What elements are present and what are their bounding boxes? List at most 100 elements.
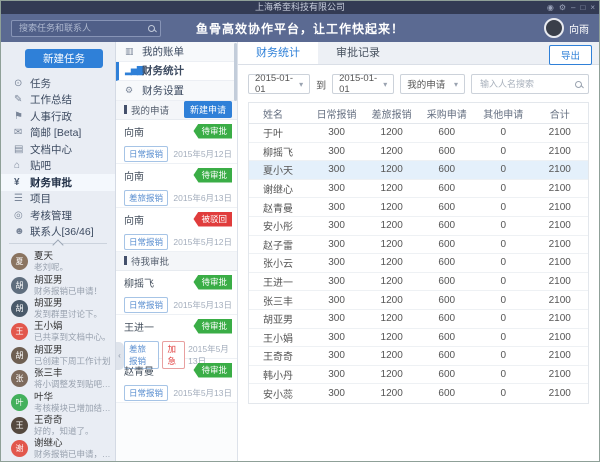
global-search[interactable]	[11, 20, 161, 37]
table-cell-name: 夏小天	[249, 162, 308, 177]
table-row[interactable]: 王小娟300120060002100	[249, 329, 588, 348]
expense-card-top: 向南待审批	[124, 168, 232, 183]
middle-scrollbar[interactable]	[234, 43, 237, 101]
panel-collapse-handle[interactable]: ‹	[116, 342, 124, 370]
table-row[interactable]: 胡亚男300120060002100	[249, 310, 588, 329]
sidebar-item-assess[interactable]: ◎考核管理	[1, 207, 115, 224]
table-cell-value: 300	[308, 295, 365, 306]
table-row[interactable]: 张三丰300120060002100	[249, 291, 588, 310]
help-icon[interactable]: ◉	[547, 1, 554, 14]
table-cell-value: 2100	[531, 388, 588, 399]
scope-select[interactable]: 我的申请 ▾	[400, 74, 465, 94]
sidebar-item-contacts[interactable]: ☻联系人[36/46]	[1, 224, 115, 241]
table-row[interactable]: 张小云300120060002100	[249, 254, 588, 273]
contact-item[interactable]: 张张三丰将小调整发到贴吧一下。	[1, 367, 115, 390]
contact-item[interactable]: 胡胡亚男财务报销已申请！	[1, 273, 115, 296]
search-icon	[575, 81, 582, 88]
sidebar-item-work-summary[interactable]: ✎工作总结	[1, 92, 115, 109]
table-cell-value: 600	[418, 388, 475, 399]
applicant-name: 向南	[124, 168, 144, 183]
tab-finance-stats[interactable]: 财务统计	[238, 42, 318, 64]
sidebar-item-label: 财务审批	[30, 175, 72, 190]
table-cell-value: 2100	[531, 183, 588, 194]
expense-card[interactable]: 向南待审批日常报销2015年5月12日	[116, 120, 237, 164]
table-cell-name: 王进一	[249, 274, 308, 289]
contact-item[interactable]: 王王小娟已共享到文档中心。	[1, 320, 115, 343]
name-search[interactable]	[471, 74, 589, 94]
table-row[interactable]: 安小彤300120060002100	[249, 217, 588, 236]
tab-approval-records[interactable]: 审批记录	[318, 42, 398, 64]
sidebar-item-project[interactable]: ☰项目	[1, 191, 115, 208]
contact-item[interactable]: 胡胡亚男发到群里讨论下。	[1, 297, 115, 320]
user-avatar[interactable]	[544, 18, 564, 38]
stats-table: 姓名日常报销差旅报销采购申请其他申请合计于叶300120060002100柳摇飞…	[248, 102, 589, 404]
sidebar-item-label: 联系人[36/46]	[30, 224, 94, 239]
table-row[interactable]: 夏小天300120060002100	[249, 161, 588, 180]
expense-card-bottom: 日常报销2015年5月13日	[124, 385, 232, 401]
table-cell-value: 0	[475, 220, 532, 231]
expense-card[interactable]: 柳摇飞待审批日常报销2015年5月13日	[116, 271, 237, 315]
panel-tab-my-bills[interactable]: ▥我的账单	[116, 42, 237, 62]
table-row[interactable]: 安小蕊300120060002100	[249, 384, 588, 403]
applicant-name: 柳摇飞	[124, 275, 154, 290]
table-cell-value: 300	[308, 164, 365, 175]
panel-tab-finance-settings[interactable]: ⚙财务设置	[116, 81, 237, 101]
table-row[interactable]: 柳摇飞300120060002100	[249, 143, 588, 162]
table-row[interactable]: 赵青曼300120060002100	[249, 198, 588, 217]
sidebar-item-task[interactable]: ⊙任务	[1, 75, 115, 92]
close-icon[interactable]: ×	[590, 1, 595, 14]
maximize-icon[interactable]: □	[580, 1, 585, 14]
new-application-button[interactable]: 新建申请	[184, 101, 232, 118]
expense-card[interactable]: 王进一待审批差旅报销加急2015年5月13日	[116, 315, 237, 359]
sidebar-item-label: 项目	[30, 191, 51, 206]
table-cell-value: 1200	[365, 350, 419, 361]
contact-item[interactable]: 王王奇奇好的，知道了。	[1, 414, 115, 437]
table-cell-name: 安小蕊	[249, 386, 308, 401]
section-header: 待我审批	[116, 252, 237, 271]
expense-card[interactable]: 向南待审批差旅报销2015年6月13日	[116, 164, 237, 208]
contact-list: 夏夏天老刘呢。胡胡亚男财务报销已申请！胡胡亚男发到群里讨论下。王王小娟已共享到文…	[1, 250, 115, 461]
new-task-button[interactable]: 新建任务	[25, 49, 103, 68]
global-search-input[interactable]	[17, 22, 148, 34]
contact-text: 胡亚男财务报销已申请！	[34, 275, 102, 296]
expense-type-tag: 日常报销	[124, 146, 168, 162]
contacts-collapse-divider[interactable]	[9, 243, 107, 248]
sidebar-item-tieba[interactable]: ⌂贴吧	[1, 158, 115, 175]
table-cell-value: 0	[475, 332, 532, 343]
contact-text: 王小娟已共享到文档中心。	[34, 321, 111, 342]
table-row[interactable]: 韩小丹300120060002100	[249, 366, 588, 385]
table-cell-value: 1200	[365, 276, 419, 287]
table-row[interactable]: 谢继心300120060002100	[249, 180, 588, 199]
table-cell-value: 1200	[365, 164, 419, 175]
contact-item[interactable]: 夏夏天老刘呢。	[1, 250, 115, 273]
export-button[interactable]: 导出	[549, 45, 592, 65]
gear-icon[interactable]: ⚙	[559, 1, 566, 14]
name-search-input[interactable]	[478, 78, 575, 90]
date-to-picker[interactable]: 2015-01-01 ▾	[332, 74, 394, 94]
panel-tab-finance-stats[interactable]: ▂▅▇财务统计	[116, 62, 237, 82]
sidebar-item-doc-center[interactable]: ▤文档中心	[1, 141, 115, 158]
table-cell-value: 2100	[531, 202, 588, 213]
contact-item[interactable]: 谢谢继心财务报销已申请，请批准！	[1, 437, 115, 460]
expense-card[interactable]: 向南被驳回日常报销2015年5月12日	[116, 208, 237, 252]
minimize-icon[interactable]: –	[571, 1, 575, 14]
table-row[interactable]: 赵子雷300120060002100	[249, 236, 588, 255]
sidebar-item-mail[interactable]: ✉简邮 [Beta]	[1, 125, 115, 142]
user-menu[interactable]: 向雨	[544, 18, 589, 38]
table-cell-value: 600	[418, 313, 475, 324]
date-from-picker[interactable]: 2015-01-01 ▾	[248, 74, 310, 94]
table-cell-value: 300	[308, 257, 365, 268]
sidebar-item-hr-admin[interactable]: ⚑人事行政	[1, 108, 115, 125]
sidebar-item-finance[interactable]: ¥财务审批	[1, 174, 115, 191]
main-tabbar: 财务统计 审批记录 导出	[238, 42, 599, 65]
contact-item[interactable]: 叶叶华考核模块已增加结果型考核。	[1, 390, 115, 413]
table-cell-name: 谢继心	[249, 181, 308, 196]
table-row[interactable]: 王进一300120060002100	[249, 273, 588, 292]
table-row[interactable]: 王奇奇300120060002100	[249, 347, 588, 366]
table-cell-name: 柳摇飞	[249, 144, 308, 159]
contact-item[interactable]: 胡胡亚男已创建下周工作计划	[1, 344, 115, 367]
table-cell-value: 2100	[531, 313, 588, 324]
table-cell-value: 2100	[531, 369, 588, 380]
table-row[interactable]: 于叶300120060002100	[249, 124, 588, 143]
panel-tab-label: 我的账单	[142, 44, 184, 59]
